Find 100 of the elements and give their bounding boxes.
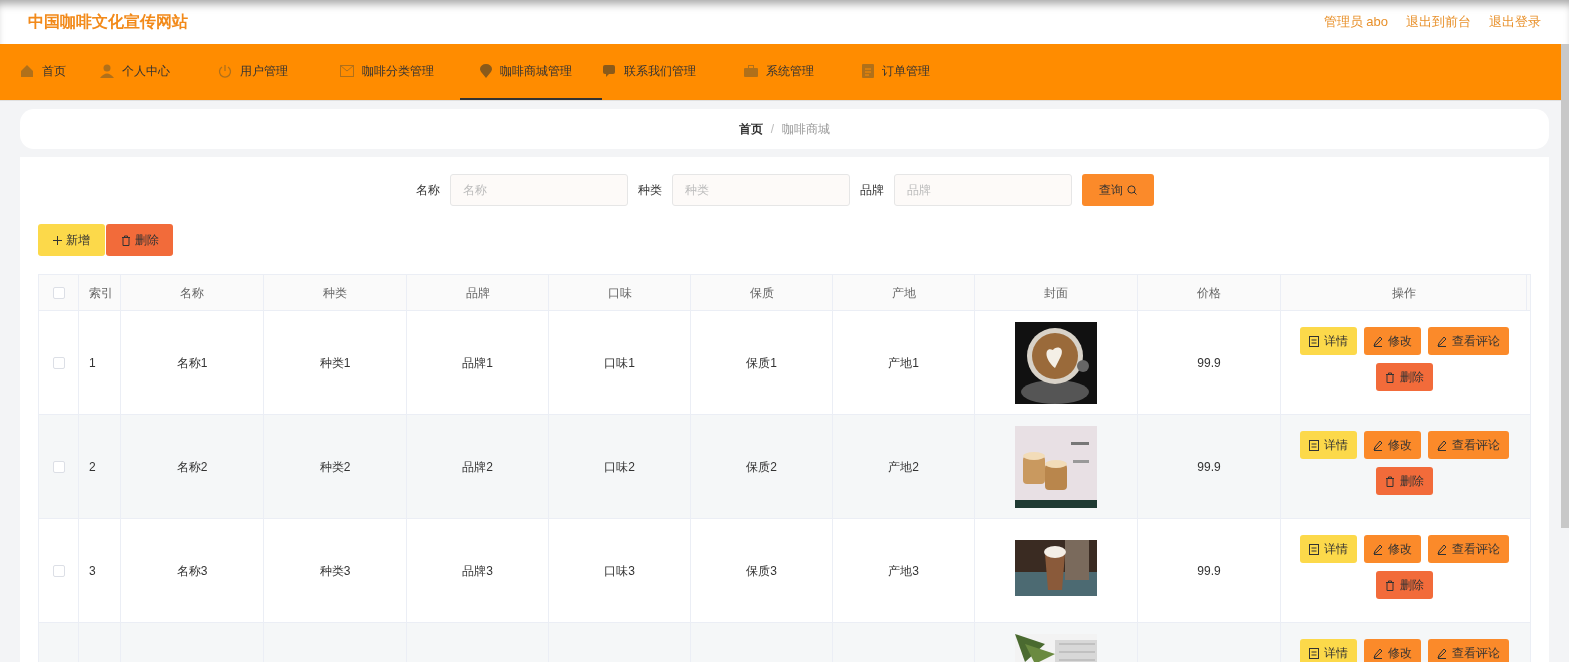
delete-button[interactable]: 删除 [1375,363,1433,391]
nav-tab[interactable]: 订单管理 [862,44,962,100]
column-header: 保质 [691,275,833,310]
edit-button[interactable]: 修改 [1363,639,1421,662]
nav-tab[interactable]: 系统管理 [744,44,862,100]
trash-icon [120,234,131,246]
table-cell-text: 1 [89,354,96,372]
detail-button[interactable]: 详情 [1299,639,1357,662]
breadcrumb-item[interactable]: 首页 [738,120,763,138]
document-icon [1308,335,1319,347]
site-title: 中国咖啡文化宣传网站 [28,12,188,32]
table-cell-text: 2 [89,458,96,476]
view-comments-button[interactable]: 查看评论 [1427,535,1509,563]
search-icon [1126,185,1137,195]
nav-tab[interactable]: 联系我们管理 [602,44,744,100]
table-cell-text: 99.9 [1197,354,1221,372]
table-cell-text: 品牌2 [462,458,493,476]
column-header: 封面 [975,275,1138,310]
delete-button[interactable]: 删除 [1375,571,1433,599]
checkbox[interactable] [52,460,65,473]
trash-icon [1384,579,1395,591]
checkbox[interactable] [52,356,65,369]
edit-button[interactable]: 修改 [1363,535,1421,563]
table-cell-text: 种类3 [319,562,351,580]
column-header: 价格 [1138,275,1281,310]
field-label: 品牌 [859,182,884,199]
pen-icon [1372,647,1383,659]
table-cell-text: 产地2 [888,458,919,476]
document-icon [862,64,874,78]
search-field[interactable]: 种类 [671,174,850,206]
pen-icon [1372,439,1383,451]
home-icon [20,64,34,78]
checkbox[interactable] [52,564,65,577]
table-cell-text: 品牌1 [462,354,493,372]
column-header: 品牌 [407,275,549,310]
pen-icon [1436,439,1447,451]
table-cell-text: 种类2 [319,458,351,476]
delete-button[interactable]: 删除 [106,224,173,256]
field-label: 名称 [415,182,440,199]
nav-tab[interactable]: 咖啡商城管理 [460,44,602,100]
pen-icon [1372,335,1383,347]
trash-icon [1384,371,1395,383]
table-cell-text: 保质2 [746,458,777,476]
document-icon [1308,543,1319,555]
delete-button[interactable]: 删除 [1375,467,1433,495]
table-cell-text: 3 [89,562,96,580]
table-cell-text: 保质1 [746,354,777,372]
column-header: 产地 [833,275,975,310]
table-cell-text: 口味2 [604,458,635,476]
detail-button[interactable]: 详情 [1299,535,1357,563]
search-field[interactable]: 品牌 [893,174,1072,206]
nav-tab[interactable]: 首页 [20,44,100,100]
pen-icon [1436,647,1447,659]
scrollbar[interactable] [1561,44,1569,528]
table-cell-text: 名称2 [176,458,208,476]
detail-button[interactable]: 详情 [1299,431,1357,459]
detail-button[interactable]: 详情 [1299,327,1357,355]
view-comments-button[interactable]: 查看评论 [1427,431,1509,459]
location-pin-icon [480,64,492,78]
pen-icon [1436,335,1447,347]
table-cell-text: 产地1 [888,354,919,372]
plus-icon [53,235,62,245]
view-comments-button[interactable]: 查看评论 [1427,639,1509,662]
column-header: 种类 [264,275,407,310]
search-button[interactable]: 查询 [1081,174,1154,206]
power-icon [218,64,232,78]
table-cell-text: 产地3 [888,562,919,580]
column-header: 名称 [121,275,264,310]
envelope-icon [340,65,354,77]
user-icon [100,64,114,78]
pen-icon [1372,543,1383,555]
nav-tab[interactable]: 个人中心 [100,44,218,100]
column-header: 操作 [1281,275,1527,310]
checkbox[interactable] [52,286,65,299]
breadcrumb-separator: / [770,121,775,138]
edit-button[interactable]: 修改 [1363,327,1421,355]
view-comments-button[interactable]: 查看评论 [1427,327,1509,355]
search-field[interactable]: 名称 [449,174,628,206]
nav-tab[interactable]: 用户管理 [218,44,340,100]
table-cell-text: 99.9 [1197,458,1221,476]
table-cell-text: 口味1 [604,354,635,372]
document-icon [1308,647,1319,659]
table-cell-text: 种类1 [319,354,351,372]
briefcase-icon [744,65,758,77]
table-cell-text: 99.9 [1197,562,1221,580]
trash-icon [1384,475,1395,487]
document-icon [1308,439,1319,451]
table-cell-text: 口味3 [604,562,635,580]
breadcrumb-item: 咖啡商城 [782,121,831,138]
chat-icon [602,64,616,78]
table-cell-text: 保质3 [746,562,777,580]
add-button[interactable]: 新增 [38,224,105,256]
table-cell-text: 名称1 [176,354,208,372]
column-header: 索引 [79,275,121,310]
table-cell-text: 名称3 [176,562,208,580]
edit-button[interactable]: 修改 [1363,431,1421,459]
pen-icon [1436,543,1447,555]
table-cell-text: 品牌3 [462,562,493,580]
field-label: 种类 [637,182,662,199]
column-header: 口味 [549,275,691,310]
